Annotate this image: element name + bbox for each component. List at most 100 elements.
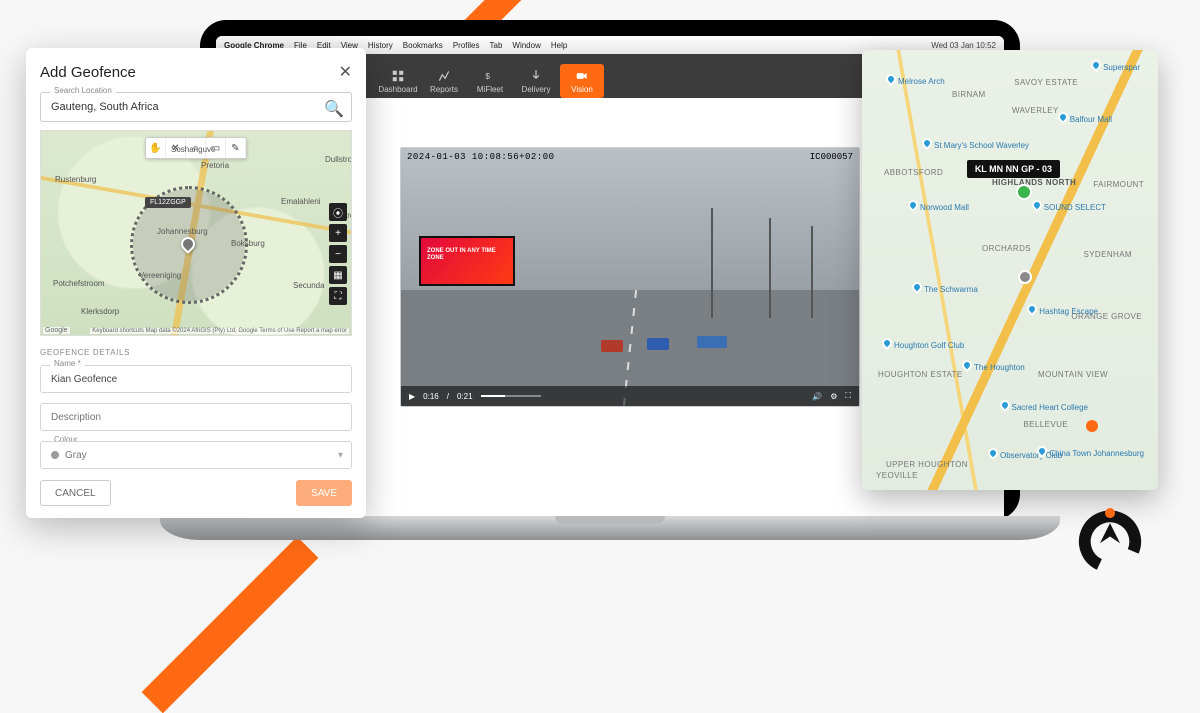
colour-select[interactable]: Gray (40, 441, 352, 469)
description-input[interactable] (40, 403, 352, 431)
brand-logo (1068, 508, 1152, 592)
area-label: ABBOTSFORD (884, 168, 943, 177)
city-label: Rustenburg (55, 175, 96, 184)
fullscreen-icon[interactable]: ⛶ (329, 287, 347, 305)
video-controls[interactable]: ▶ 0:16 / 0:21 🔊 ⚙ ⛶ (401, 386, 859, 406)
city-label: Dullstroom (325, 155, 352, 164)
vehicle (647, 338, 669, 350)
vehicle (601, 340, 623, 352)
city-label: Klerksdorp (81, 307, 119, 316)
name-input[interactable] (40, 365, 352, 393)
menu-item[interactable]: Bookmarks (403, 41, 443, 50)
area-label: ORANGE GROVE (1071, 312, 1142, 321)
vehicle-marker-idle[interactable] (1018, 270, 1032, 284)
google-logo: Google (43, 327, 70, 334)
progress-bar[interactable] (481, 395, 541, 397)
nav-fleet[interactable]: $MiFleet (468, 64, 512, 98)
video-total: 0:21 (457, 392, 473, 401)
vehicle (697, 336, 727, 348)
panel-title: Add Geofence (40, 64, 136, 81)
cancel-button[interactable]: CANCEL (40, 480, 111, 506)
city-label: Secunda (293, 281, 325, 290)
vehicle-tag[interactable]: KL MN NN GP - 03 (967, 160, 1060, 178)
billboard: ZONE OUT IN ANY TIME ZONE (419, 236, 515, 286)
dashboard-icon (391, 69, 405, 83)
area-label: BELLEVUE (1023, 420, 1068, 429)
nav-reports[interactable]: Reports (422, 64, 466, 98)
area-label: FAIRMOUNT (1093, 180, 1144, 189)
nav-vision[interactable]: Vision (560, 64, 604, 98)
description-field (40, 403, 352, 431)
city-label: Pretoria (201, 161, 229, 170)
poi-label: Houghton Golf Club (894, 341, 964, 350)
menu-item[interactable]: Window (512, 41, 540, 50)
light-pole (811, 226, 813, 318)
zoom-in-icon[interactable]: + (329, 224, 347, 242)
poi-label: Superspar (1103, 63, 1140, 72)
light-pole (711, 208, 713, 318)
search-label: Search Location (50, 86, 116, 95)
area-label: BIRNAM (952, 90, 986, 99)
nav-dashboard[interactable]: Dashboard (376, 64, 420, 98)
polyline-tool-icon[interactable]: ✎ (226, 138, 246, 158)
colour-swatch (51, 451, 59, 459)
svg-text:$: $ (485, 71, 490, 80)
vehicle-marker[interactable] (1086, 420, 1098, 432)
name-field: Name * (40, 365, 352, 393)
layers-icon[interactable]: ▦ (329, 266, 347, 284)
area-label: MOUNTAIN VIEW (1038, 370, 1108, 379)
volume-icon[interactable]: 🔊 (812, 392, 822, 401)
area-label: YEOVILLE (876, 471, 918, 480)
delivery-icon (529, 69, 543, 83)
play-icon[interactable]: ▶ (409, 392, 415, 401)
laptop-base (160, 516, 1060, 540)
poi-label: Sacred Heart College (1012, 403, 1088, 412)
field-label: Name * (50, 359, 85, 368)
geofence-map[interactable]: ✋ ✕ ○ ▭ ✎ Pretoria Johannesburg Rustenbu… (40, 130, 352, 336)
menu-item[interactable]: Help (551, 41, 567, 50)
area-label: SYDENHAM (1083, 250, 1132, 259)
map-attribution: Keyboard shortcuts Map data ©2024 AfriGI… (90, 328, 349, 334)
area-label: HOUGHTON ESTATE (878, 370, 963, 379)
fullscreen-icon[interactable]: ⛶ (845, 391, 851, 401)
city-label: Potchefstroom (53, 279, 105, 288)
area-label: HIGHLANDS NORTH (992, 178, 1076, 187)
video-device-id: IC000057 (810, 152, 853, 162)
area-label: SAVOY ESTATE (1014, 78, 1078, 87)
poi-label: China Town Johannesburg (1049, 449, 1144, 458)
search-input[interactable] (40, 92, 352, 122)
locate-icon[interactable]: ⦿ (329, 203, 347, 221)
colour-field: Colour Gray (40, 441, 352, 469)
search-icon[interactable]: 🔍 (324, 99, 344, 119)
area-label: WAVERLEY (1012, 106, 1059, 115)
area-label: ORCHARDS (982, 244, 1031, 253)
details-heading: GEOFENCE DETAILS (40, 348, 352, 357)
light-pole (769, 218, 771, 318)
menu-item[interactable]: Profiles (453, 41, 480, 50)
close-icon[interactable]: ✕ (339, 62, 352, 82)
poi-label: Melrose Arch (898, 77, 945, 86)
save-button[interactable]: SAVE (296, 480, 352, 506)
nav-delivery[interactable]: Delivery (514, 64, 558, 98)
menubar-clock: Wed 03 Jan 10:52 (931, 41, 996, 50)
hand-tool-icon[interactable]: ✋ (146, 138, 166, 158)
fleet-icon: $ (483, 69, 497, 83)
area-label: UPPER HOUGHTON (886, 460, 968, 469)
poi-label: The Schwarma (924, 285, 978, 294)
search-field: Search Location 🔍 (40, 92, 352, 122)
video-timestamp: 2024-01-03 10:08:56+02:00 (407, 152, 555, 162)
menu-item[interactable]: History (368, 41, 393, 50)
zoom-out-icon[interactable]: − (329, 245, 347, 263)
geofence-tag: FL12ZGGP (145, 197, 191, 208)
poi-label: The Houghton (974, 363, 1025, 372)
camera-notch (565, 24, 655, 34)
dashcam-video[interactable]: 2024-01-03 10:08:56+02:00 IC000057 ZONE … (400, 147, 860, 407)
tracking-map[interactable]: Superspar Melrose Arch Balfour Mall St M… (862, 50, 1158, 490)
poi-label: Norwood Mall (920, 203, 969, 212)
geofence-panel: Add Geofence ✕ Search Location 🔍 ✋ ✕ ○ ▭… (26, 48, 366, 518)
video-current: 0:16 (423, 392, 439, 401)
menu-item[interactable]: Tab (490, 41, 503, 50)
vehicle-marker-active[interactable] (1016, 184, 1032, 200)
settings-icon[interactable]: ⚙ (830, 392, 837, 401)
city-label: Emalahleni (281, 197, 321, 206)
